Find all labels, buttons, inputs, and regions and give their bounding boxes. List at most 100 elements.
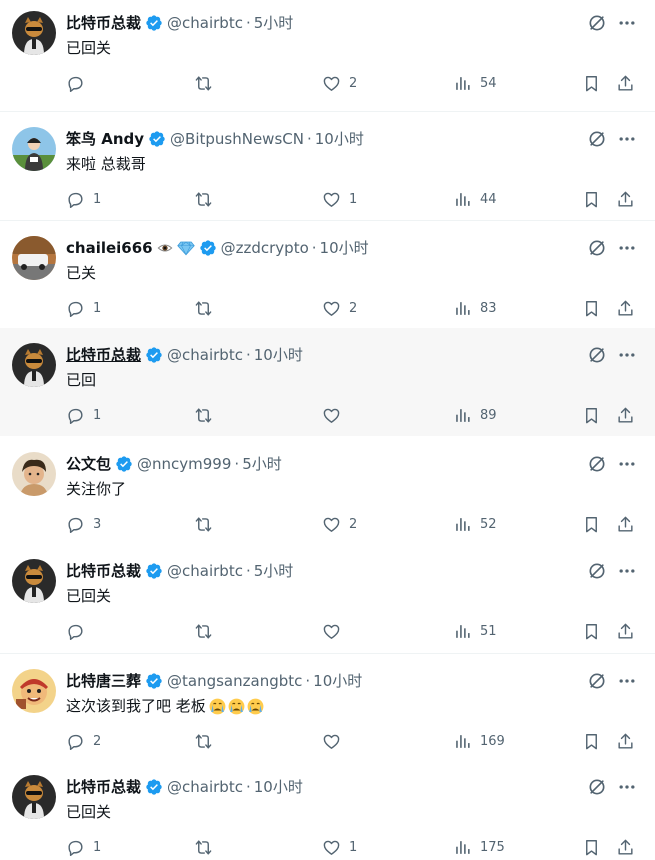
reply-button[interactable]	[66, 73, 93, 93]
reply-button[interactable]: 1	[66, 837, 101, 857]
avatar[interactable]	[12, 236, 56, 280]
avatar[interactable]	[12, 452, 56, 496]
repost-button[interactable]	[194, 621, 213, 641]
repost-button[interactable]	[194, 189, 213, 209]
more-icon[interactable]	[617, 454, 637, 474]
grok-icon[interactable]	[587, 561, 607, 581]
grok-icon[interactable]	[587, 13, 607, 33]
avatar[interactable]	[12, 669, 56, 713]
timestamp[interactable]: 5小时	[242, 454, 282, 474]
more-icon[interactable]	[617, 13, 637, 33]
views-button[interactable]: 44	[453, 189, 497, 209]
repost-button[interactable]	[194, 73, 213, 93]
timestamp[interactable]: 5小时	[254, 561, 294, 581]
share-button[interactable]	[616, 837, 635, 857]
repost-button[interactable]	[194, 405, 213, 425]
author-name[interactable]: 比特币总裁	[66, 345, 141, 365]
repost-button[interactable]	[194, 514, 213, 534]
grok-icon[interactable]	[587, 671, 607, 691]
grok-icon[interactable]	[587, 777, 607, 797]
timestamp[interactable]: 10小时	[254, 777, 303, 797]
more-icon[interactable]	[617, 671, 637, 691]
tweet[interactable]: chailei666 @zzdcrypto · 10小时 已关 1 2 83	[0, 220, 655, 328]
reply-button[interactable]: 1	[66, 189, 101, 209]
reply-button[interactable]: 1	[66, 298, 101, 318]
like-button[interactable]	[322, 621, 349, 641]
like-button[interactable]: 2	[322, 514, 357, 534]
author-name[interactable]: 比特唐三葬	[66, 671, 141, 691]
reply-button[interactable]	[66, 621, 93, 641]
tweet[interactable]: 笨鸟 Andy @BitpushNewsCN · 10小时 来啦 总裁哥 1 1…	[0, 111, 655, 220]
avatar[interactable]	[12, 127, 56, 171]
reply-button[interactable]: 3	[66, 514, 101, 534]
bookmark-button[interactable]	[582, 189, 601, 209]
tweet[interactable]: 比特币总裁 @chairbtc · 10小时 已回关 1 1 175	[0, 760, 655, 860]
timestamp[interactable]: 10小时	[313, 671, 362, 691]
more-icon[interactable]	[617, 129, 637, 149]
bookmark-button[interactable]	[582, 731, 601, 751]
author-name[interactable]: 笨鸟 Andy	[66, 129, 144, 149]
share-button[interactable]	[616, 189, 635, 209]
grok-icon[interactable]	[587, 454, 607, 474]
more-icon[interactable]	[617, 777, 637, 797]
author-name[interactable]: chailei666	[66, 238, 153, 258]
reply-button[interactable]: 1	[66, 405, 101, 425]
tweet[interactable]: 比特唐三葬 @tangsanzangbtc · 10小时 这次该到我了吧 老板 …	[0, 653, 655, 762]
views-button[interactable]: 169	[453, 731, 505, 751]
share-button[interactable]	[616, 731, 635, 751]
author-handle[interactable]: @chairbtc	[167, 13, 243, 33]
grok-icon[interactable]	[587, 238, 607, 258]
tweet[interactable]: 比特币总裁 @chairbtc · 5小时 已回关 2 54	[0, 0, 655, 112]
views-button[interactable]: 175	[453, 837, 505, 857]
author-handle[interactable]: @BitpushNewsCN	[170, 129, 304, 149]
views-button[interactable]: 89	[453, 405, 497, 425]
author-name[interactable]: 公文包	[66, 454, 111, 474]
tweet[interactable]: 比特币总裁 @chairbtc · 10小时 已回 1 89	[0, 328, 655, 436]
views-button[interactable]: 51	[453, 621, 497, 641]
share-button[interactable]	[616, 405, 635, 425]
author-handle[interactable]: @chairbtc	[167, 345, 243, 365]
author-handle[interactable]: @chairbtc	[167, 561, 243, 581]
repost-button[interactable]	[194, 298, 213, 318]
tweet[interactable]: 比特币总裁 @chairbtc · 5小时 已回关 51	[0, 544, 655, 652]
tweet[interactable]: 公文包 @nncym999 · 5小时 关注你了 3 2 52	[0, 437, 655, 545]
author-handle[interactable]: @zzdcrypto	[221, 238, 309, 258]
like-button[interactable]: 1	[322, 837, 357, 857]
more-icon[interactable]	[617, 561, 637, 581]
author-handle[interactable]: @nncym999	[137, 454, 231, 474]
bookmark-button[interactable]	[582, 514, 601, 534]
bookmark-button[interactable]	[582, 73, 601, 93]
like-button[interactable]: 2	[322, 73, 357, 93]
author-handle[interactable]: @tangsanzangbtc	[167, 671, 302, 691]
more-icon[interactable]	[617, 238, 637, 258]
bookmark-button[interactable]	[582, 837, 601, 857]
repost-button[interactable]	[194, 837, 213, 857]
views-button[interactable]: 83	[453, 298, 497, 318]
views-button[interactable]: 52	[453, 514, 497, 534]
author-name[interactable]: 比特币总裁	[66, 13, 141, 33]
like-button[interactable]: 1	[322, 189, 357, 209]
avatar[interactable]	[12, 11, 56, 55]
grok-icon[interactable]	[587, 345, 607, 365]
bookmark-button[interactable]	[582, 298, 601, 318]
share-button[interactable]	[616, 73, 635, 93]
timestamp[interactable]: 10小时	[315, 129, 364, 149]
reply-button[interactable]: 2	[66, 731, 101, 751]
timestamp[interactable]: 10小时	[254, 345, 303, 365]
avatar[interactable]	[12, 559, 56, 603]
avatar[interactable]	[12, 343, 56, 387]
timestamp[interactable]: 5小时	[254, 13, 294, 33]
bookmark-button[interactable]	[582, 621, 601, 641]
share-button[interactable]	[616, 298, 635, 318]
repost-button[interactable]	[194, 731, 213, 751]
author-handle[interactable]: @chairbtc	[167, 777, 243, 797]
grok-icon[interactable]	[587, 129, 607, 149]
more-icon[interactable]	[617, 345, 637, 365]
author-name[interactable]: 比特币总裁	[66, 561, 141, 581]
bookmark-button[interactable]	[582, 405, 601, 425]
share-button[interactable]	[616, 621, 635, 641]
avatar[interactable]	[12, 775, 56, 819]
timestamp[interactable]: 10小时	[320, 238, 369, 258]
share-button[interactable]	[616, 514, 635, 534]
like-button[interactable]	[322, 405, 349, 425]
